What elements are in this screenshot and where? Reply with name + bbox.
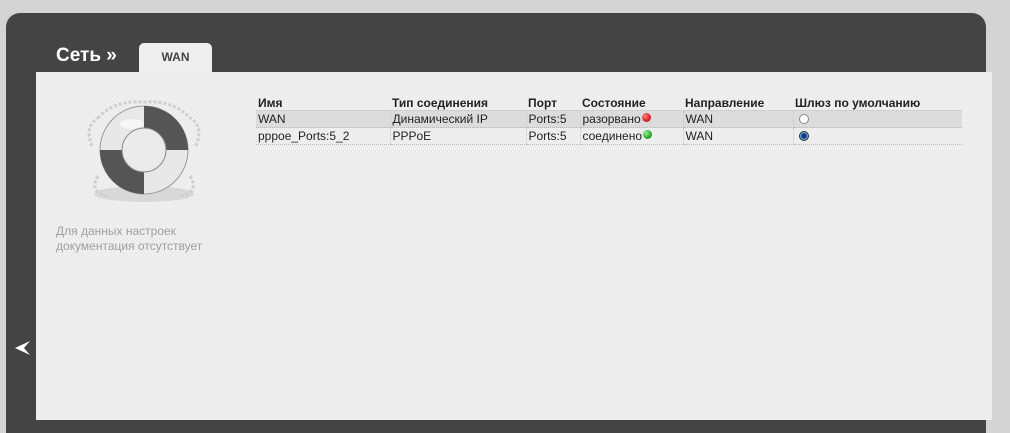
help-text: Для данных настроек документация отсутст… [56, 224, 203, 253]
col-name: Имя [256, 96, 390, 111]
default-gateway-radio[interactable] [798, 131, 809, 141]
cell-direction: WAN [682, 127, 793, 145]
section-title[interactable]: Сеть » [56, 45, 117, 67]
cell-status: разорвано [579, 110, 683, 128]
col-direction: Направление [683, 96, 793, 111]
tab-wan[interactable]: WAN [139, 43, 212, 73]
cell-default-gateway [792, 110, 962, 128]
col-port: Порт [526, 96, 580, 111]
status-connected-icon [643, 130, 653, 139]
table-row[interactable]: WAN Динамический IP Ports:5 разорвано WA… [256, 110, 962, 128]
cell-type: PPPoE [389, 127, 526, 145]
cell-default-gateway [792, 127, 962, 145]
default-gateway-radio[interactable] [798, 114, 809, 124]
cell-type: Динамический IP [389, 110, 526, 128]
connections-table: Имя Тип соединения Порт Состояние Направ… [256, 96, 962, 145]
status-text: соединено [582, 129, 643, 143]
cell-port: Ports:5 [525, 110, 580, 128]
cell-name: WAN [256, 110, 390, 128]
cell-name: pppoe_Ports:5_2 [256, 127, 390, 145]
cell-status: соединено [579, 127, 683, 145]
cell-direction: WAN [682, 110, 793, 128]
status-disconnected-icon [641, 113, 651, 122]
content-panel: Для данных настроек документация отсутст… [36, 72, 992, 420]
lifebuoy-icon [87, 100, 201, 202]
cell-port: Ports:5 [525, 127, 580, 145]
back-arrow-icon[interactable] [12, 338, 32, 358]
status-text: разорвано [582, 112, 641, 126]
table-header-row: Имя Тип соединения Порт Состояние Направ… [256, 96, 962, 111]
col-type: Тип соединения [390, 96, 526, 111]
col-status: Состояние [580, 96, 683, 111]
col-default-gateway: Шлюз по умолчанию [793, 96, 962, 111]
table-row[interactable]: pppoe_Ports:5_2 PPPoE Ports:5 соединено … [256, 127, 962, 145]
